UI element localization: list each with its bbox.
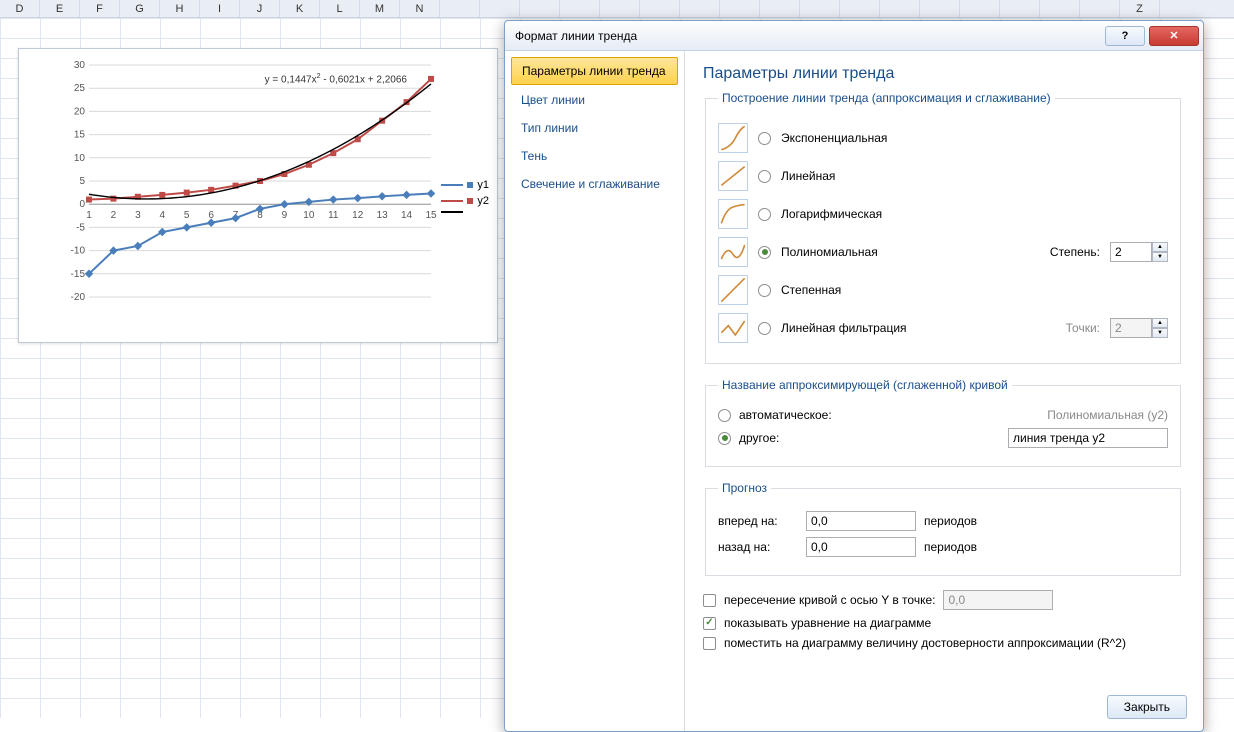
forecast-backward-input[interactable] <box>806 537 916 557</box>
svg-text:12: 12 <box>352 210 364 221</box>
svg-text:9: 9 <box>282 210 288 221</box>
content-heading: Параметры линии тренда <box>703 65 1183 83</box>
degree-spinner[interactable]: ▲▼ <box>1152 242 1168 262</box>
poly-icon <box>718 237 748 267</box>
svg-text:5: 5 <box>184 210 190 221</box>
svg-text:0: 0 <box>79 199 85 210</box>
nav-item-3[interactable]: Тень <box>511 143 678 169</box>
svg-text:2: 2 <box>111 210 117 221</box>
forecast-forward-input[interactable] <box>806 511 916 531</box>
format-trendline-dialog: Формат линии тренда ? ✕ Параметры линии … <box>504 20 1204 732</box>
group-build: Построение линии тренда (аппроксимация и… <box>705 91 1181 364</box>
group-name: Название аппроксимирующей (сглаженной) к… <box>705 378 1181 467</box>
dialog-titlebar[interactable]: Формат линии тренда ? ✕ <box>505 21 1203 51</box>
svg-text:1: 1 <box>86 210 92 221</box>
nav-item-0[interactable]: Параметры линии тренда <box>511 57 678 85</box>
svg-text:25: 25 <box>74 83 86 94</box>
svg-text:20: 20 <box>74 106 86 117</box>
auto-name-value: Полиномиальная (y2) <box>1047 408 1168 422</box>
svg-text:10: 10 <box>303 210 315 221</box>
check-intercept[interactable] <box>703 594 716 607</box>
chart-legend: y1 y2 <box>441 179 489 217</box>
points-input <box>1110 318 1152 338</box>
chart-plot: -20-15-10-5051015202530 1234567891011121… <box>61 59 441 319</box>
radio-polynomial[interactable] <box>758 246 771 259</box>
svg-text:4: 4 <box>160 210 166 221</box>
embedded-chart[interactable]: y = 0,1447x2 - 0,6021x + 2,2066 -20-15-1… <box>18 48 498 343</box>
log-icon <box>718 199 748 229</box>
custom-name-input[interactable] <box>1008 428 1168 448</box>
group-forecast: Прогноз вперед на: периодов назад на: пе… <box>705 481 1181 576</box>
svg-text:11: 11 <box>328 210 339 221</box>
intercept-input <box>943 590 1053 610</box>
nav-item-2[interactable]: Тип линии <box>511 115 678 141</box>
close-button[interactable]: Закрыть <box>1107 695 1187 719</box>
close-icon[interactable]: ✕ <box>1149 26 1199 46</box>
help-button[interactable]: ? <box>1105 26 1145 46</box>
svg-text:15: 15 <box>425 210 437 221</box>
nav-item-4[interactable]: Свечение и сглаживание <box>511 171 678 197</box>
check-show-r2[interactable] <box>703 637 716 650</box>
radio-name-auto[interactable] <box>718 409 731 422</box>
dialog-content: Параметры линии тренда Построение линии … <box>685 51 1203 731</box>
svg-text:15: 15 <box>74 130 86 141</box>
svg-text:3: 3 <box>135 210 141 221</box>
svg-text:10: 10 <box>74 153 86 164</box>
svg-text:30: 30 <box>74 60 86 71</box>
lin-icon <box>718 161 748 191</box>
check-show-equation[interactable] <box>703 617 716 630</box>
radio-logarithmic[interactable] <box>758 208 771 221</box>
points-spinner: ▲▼ <box>1152 318 1168 338</box>
radio-exponential[interactable] <box>758 132 771 145</box>
svg-text:-10: -10 <box>71 246 86 257</box>
svg-text:13: 13 <box>377 210 389 221</box>
dialog-title: Формат линии тренда <box>515 29 637 43</box>
pow-icon <box>718 275 748 305</box>
svg-text:-5: -5 <box>76 222 85 233</box>
ma-icon <box>718 313 748 343</box>
exp-icon <box>718 123 748 153</box>
radio-name-other[interactable] <box>718 432 731 445</box>
degree-input[interactable] <box>1110 242 1152 262</box>
svg-text:5: 5 <box>79 176 85 187</box>
column-headers: DEFGHIJKLMNZ <box>0 0 1234 18</box>
radio-moving-average[interactable] <box>758 322 771 335</box>
radio-power[interactable] <box>758 284 771 297</box>
spreadsheet-grid: y = 0,1447x2 - 0,6021x + 2,2066 -20-15-1… <box>0 18 1234 718</box>
nav-item-1[interactable]: Цвет линии <box>511 87 678 113</box>
svg-text:-20: -20 <box>71 292 86 303</box>
radio-linear[interactable] <box>758 170 771 183</box>
svg-text:-15: -15 <box>71 269 86 280</box>
dialog-nav: Параметры линии трендаЦвет линииТип лини… <box>505 51 685 731</box>
svg-text:14: 14 <box>401 210 413 221</box>
